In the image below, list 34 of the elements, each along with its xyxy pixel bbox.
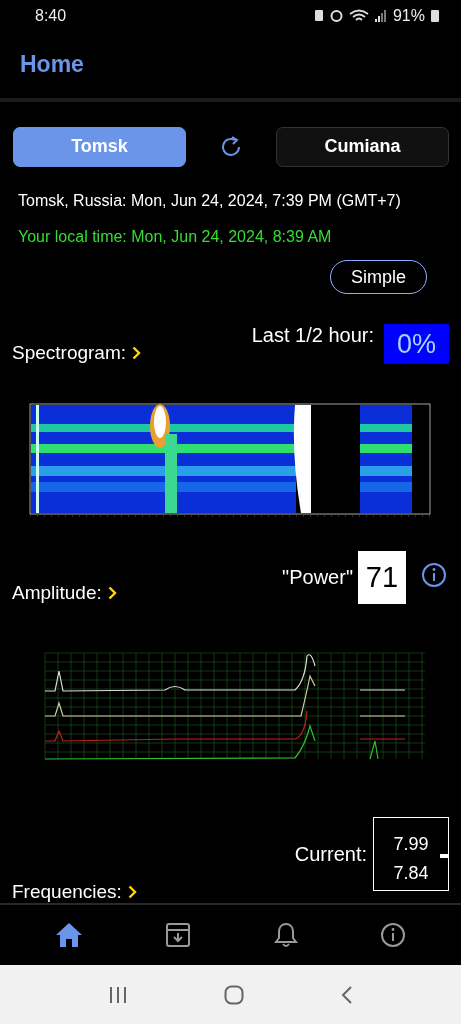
scale-value: 7.99 — [393, 834, 429, 856]
info-icon[interactable] — [421, 562, 447, 589]
chevron-right-icon[interactable] — [107, 586, 117, 601]
chevron-right-icon[interactable] — [132, 346, 142, 361]
back-icon[interactable] — [340, 984, 353, 1005]
scale-value: 7.84 — [393, 863, 429, 885]
section-label: Amplitude: — [12, 582, 102, 605]
battery-icon — [431, 9, 439, 23]
power-value: 71 — [358, 551, 406, 605]
signal-icon — [374, 9, 387, 22]
clock-time: 8:40 — [35, 6, 67, 25]
home-button-icon[interactable] — [223, 984, 244, 1005]
local-time: Your local time: Mon, Jun 24, 2024, 8:39 AM — [18, 227, 333, 246]
section-label: Spectrogram: — [12, 342, 127, 365]
simple-button[interactable]: Simple — [330, 259, 427, 295]
info-icon — [379, 922, 406, 949]
location-tab[interactable]: Cumiana — [276, 126, 449, 167]
percent-value: 0% — [384, 324, 449, 365]
chevron-right-icon[interactable] — [127, 885, 137, 900]
location-time: Tomsk, Russia: Mon, Jun 24, 2024, 7:39 PM (GMT+7) — [18, 191, 402, 210]
trace-line — [359, 689, 406, 691]
battery-percent: 91% — [392, 6, 425, 25]
power-label: "Power" — [282, 566, 353, 590]
section-label: Frequencies: — [12, 881, 122, 904]
wifi-icon — [348, 8, 369, 23]
recent-apps-icon[interactable] — [108, 985, 127, 1004]
trace-line — [359, 715, 406, 717]
bell-icon — [273, 922, 298, 949]
current-label: Current: — [294, 842, 367, 866]
last-half-hour-label: Last 1/2 hour: — [251, 324, 374, 348]
home-icon — [55, 922, 84, 949]
page-title: Home — [20, 51, 84, 79]
archive-icon — [165, 922, 192, 949]
refresh-icon[interactable] — [220, 135, 242, 158]
